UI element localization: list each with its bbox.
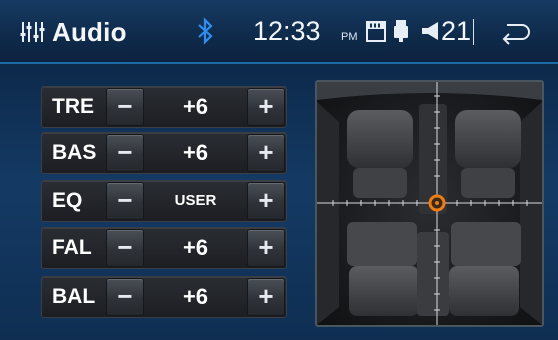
- treble-minus-button[interactable]: −: [107, 89, 143, 125]
- balance-label: BAL: [52, 285, 96, 308]
- bluetooth-icon: [198, 17, 213, 45]
- eq-minus-button[interactable]: −: [107, 183, 143, 219]
- speaker-icon: [422, 22, 438, 40]
- balance-control: BAL − +6 +: [41, 276, 287, 318]
- bass-value: +6: [182, 140, 209, 165]
- usb-icon: [394, 20, 408, 42]
- treble-label: TRE: [52, 95, 94, 118]
- balance-minus-button[interactable]: −: [107, 279, 143, 315]
- treble-control: TRE − +6 +: [41, 86, 287, 128]
- bass-label: BAS: [52, 141, 97, 164]
- fader-label: FAL: [52, 236, 92, 259]
- balance-plus-button[interactable]: +: [248, 279, 284, 315]
- balance-value: +6: [182, 284, 209, 309]
- front-left-seat: [347, 110, 413, 198]
- balance-position-marker[interactable]: [428, 194, 446, 212]
- eq-plus-button[interactable]: +: [248, 183, 284, 219]
- equalizer-icon: [20, 22, 45, 42]
- car-interior-graphic: [317, 82, 542, 325]
- bass-plus-button[interactable]: +: [248, 135, 284, 171]
- header-divider: [473, 19, 474, 45]
- fader-minus-button[interactable]: −: [107, 230, 143, 266]
- clock-time: 12:33: [253, 16, 321, 46]
- eq-value: USER: [174, 192, 217, 209]
- volume-level: 21: [441, 16, 472, 46]
- rear-left-seat: [347, 222, 419, 316]
- eq-label: EQ: [52, 189, 83, 212]
- treble-plus-button[interactable]: +: [248, 89, 284, 125]
- bass-control: BAS − +6 +: [41, 132, 287, 174]
- fader-control: FAL − +6 +: [41, 227, 287, 269]
- clock-ampm: PM: [341, 31, 358, 43]
- fader-plus-button[interactable]: +: [248, 230, 284, 266]
- header-bar: Audio 12:33 PM 21: [0, 0, 558, 64]
- sd-card-icon: [366, 21, 386, 42]
- front-right-seat: [455, 110, 521, 198]
- treble-value: +6: [182, 94, 209, 119]
- page-title: Audio: [52, 17, 127, 47]
- audio-screen: Audio 12:33 PM 21 TRE − +6 + BAS − +6 + …: [0, 0, 558, 340]
- back-arrow-icon[interactable]: [498, 18, 532, 46]
- fader-value: +6: [182, 235, 209, 260]
- eq-control: EQ − USER +: [41, 180, 287, 222]
- fader-balance-pad[interactable]: [315, 80, 544, 327]
- rear-right-seat: [449, 222, 521, 316]
- bass-minus-button[interactable]: −: [107, 135, 143, 171]
